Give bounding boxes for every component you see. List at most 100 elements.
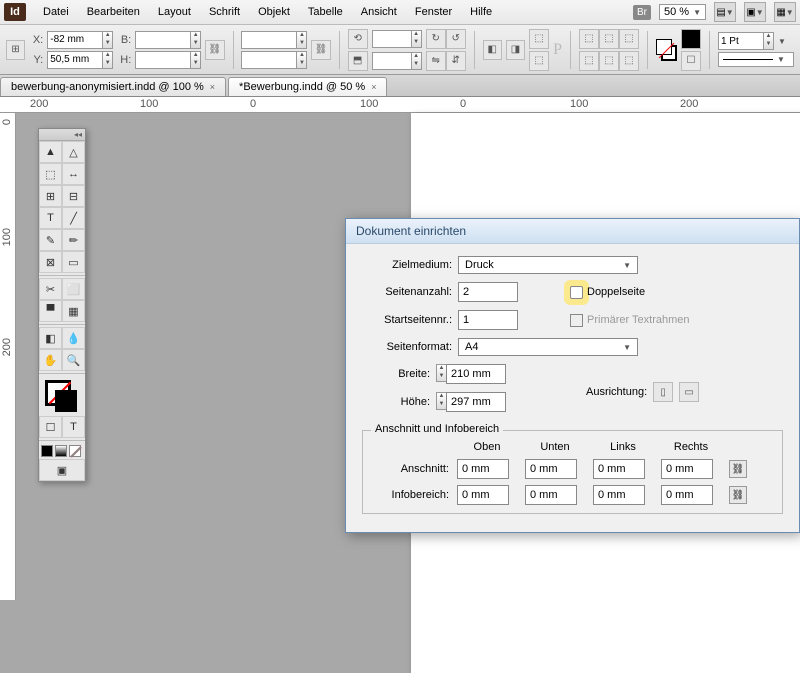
link-bleed-icon[interactable]: ⛓ xyxy=(729,460,747,478)
pencil-tool[interactable]: ✏ xyxy=(62,229,85,251)
h-spinner[interactable]: ▲▼ xyxy=(191,51,201,69)
align-icon-3[interactable]: ⬚ xyxy=(619,29,639,49)
align-icon-1[interactable]: ⬚ xyxy=(579,29,599,49)
distribute-2-icon[interactable]: ⬚ xyxy=(529,51,549,71)
x-spinner[interactable]: ▲▼ xyxy=(103,31,113,49)
arrange-icon[interactable]: ▦▼ xyxy=(774,2,796,22)
menu-datei[interactable]: Datei xyxy=(34,2,78,22)
distribute-1-icon[interactable]: ⬚ xyxy=(529,29,549,49)
hand-tool[interactable]: ✋ xyxy=(39,349,62,371)
pagesize-combo[interactable]: A4▼ xyxy=(458,338,638,356)
landscape-icon[interactable]: ▭ xyxy=(679,382,699,402)
menu-schrift[interactable]: Schrift xyxy=(200,2,249,22)
rotate-ccw-icon[interactable]: ↺ xyxy=(446,29,466,49)
apply-color-icon[interactable] xyxy=(41,445,53,457)
flip-h-icon[interactable]: ⇋ xyxy=(426,51,446,71)
stroke-weight-input[interactable] xyxy=(718,32,764,50)
content-placer-tool[interactable]: ⊟ xyxy=(62,185,85,207)
menu-layout[interactable]: Layout xyxy=(149,2,200,22)
chevron-down-icon[interactable]: ▼ xyxy=(778,37,786,46)
apply-none-icon[interactable]: ☐ xyxy=(681,51,701,71)
apply-gradient-icon[interactable] xyxy=(55,445,67,457)
scale-y-input[interactable] xyxy=(241,51,297,69)
close-icon[interactable]: × xyxy=(210,82,215,92)
menu-tabelle[interactable]: Tabelle xyxy=(299,2,352,22)
page-height-input[interactable] xyxy=(446,392,506,412)
scale-x-input[interactable] xyxy=(241,31,297,49)
y-input[interactable] xyxy=(47,51,103,69)
slug-bottom-input[interactable] xyxy=(525,485,577,505)
bleed-right-input[interactable] xyxy=(661,459,713,479)
menu-hilfe[interactable]: Hilfe xyxy=(461,2,501,22)
slug-right-input[interactable] xyxy=(661,485,713,505)
menu-ansicht[interactable]: Ansicht xyxy=(352,2,406,22)
align-icon-6[interactable]: ⬚ xyxy=(619,51,639,71)
rectangle-frame-tool[interactable]: ⊠ xyxy=(39,251,62,273)
stroke-style-combo[interactable]: ▼ xyxy=(718,52,794,67)
height-input[interactable] xyxy=(135,51,191,69)
intent-combo[interactable]: Druck▼ xyxy=(458,256,638,274)
constrain-scale-icon[interactable]: ⛓ xyxy=(311,40,330,60)
screen-mode-icon[interactable]: ▣▼ xyxy=(744,2,766,22)
gradient-swatch-tool[interactable]: ▀ xyxy=(39,300,62,322)
type-tool[interactable]: T xyxy=(39,207,62,229)
w-spinner[interactable]: ▲▼ xyxy=(191,31,201,49)
width-input[interactable] xyxy=(135,31,191,49)
y-spinner[interactable]: ▲▼ xyxy=(103,51,113,69)
bleed-left-input[interactable] xyxy=(593,459,645,479)
align-icon-4[interactable]: ⬚ xyxy=(579,51,599,71)
pen-tool[interactable]: ✎ xyxy=(39,229,62,251)
eyedropper-tool[interactable]: 💧 xyxy=(62,327,85,349)
flip-v-icon[interactable]: ⇵ xyxy=(446,51,466,71)
start-page-input[interactable] xyxy=(458,310,518,330)
direct-selection-tool[interactable]: △ xyxy=(62,141,85,163)
menu-objekt[interactable]: Objekt xyxy=(249,2,299,22)
scissors-tool[interactable]: ✂ xyxy=(39,278,62,300)
constrain-icon[interactable]: ⛓ xyxy=(205,40,224,60)
slug-left-input[interactable] xyxy=(593,485,645,505)
view-options-icon[interactable]: ▤▼ xyxy=(714,2,736,22)
content-collector-tool[interactable]: ⊞ xyxy=(39,185,62,207)
formatting-text-icon[interactable]: T xyxy=(62,416,85,438)
fill-stroke-proxy[interactable] xyxy=(39,376,85,416)
line-tool[interactable]: ╱ xyxy=(62,207,85,229)
select-content-icon[interactable]: ◨ xyxy=(506,40,525,60)
slug-top-input[interactable] xyxy=(457,485,509,505)
rotate-cw-icon[interactable]: ↻ xyxy=(426,29,446,49)
align-icon-2[interactable]: ⬚ xyxy=(599,29,619,49)
portrait-icon[interactable]: ▯ xyxy=(653,382,673,402)
gap-tool[interactable]: ↔ xyxy=(62,163,85,185)
zoom-tool[interactable]: 🔍 xyxy=(62,349,85,371)
apply-color-icon[interactable] xyxy=(681,29,701,49)
link-slug-icon[interactable]: ⛓ xyxy=(729,486,747,504)
pages-input[interactable] xyxy=(458,282,518,302)
facing-pages-checkbox[interactable]: Doppelseite xyxy=(570,286,645,299)
zoom-level-combo[interactable]: 50 % ▼ xyxy=(659,4,706,20)
panel-collapse-icon[interactable]: ◂◂ xyxy=(39,129,85,141)
doc-tab-2[interactable]: *Bewerbung.indd @ 50 % × xyxy=(228,77,387,96)
formatting-container-icon[interactable]: ☐ xyxy=(39,416,62,438)
rotate-input[interactable] xyxy=(372,30,412,48)
doc-tab-1[interactable]: bewerbung-anonymisiert.indd @ 100 % × xyxy=(0,77,226,96)
note-tool[interactable]: ◧ xyxy=(39,327,62,349)
menu-fenster[interactable]: Fenster xyxy=(406,2,461,22)
selection-tool[interactable]: ▲ xyxy=(39,141,62,163)
free-transform-tool[interactable]: ⬜ xyxy=(62,278,85,300)
page-tool[interactable]: ⬚ xyxy=(39,163,62,185)
bridge-icon[interactable]: Br xyxy=(633,5,651,20)
fill-stroke-swatch[interactable] xyxy=(656,39,677,61)
menu-bearbeiten[interactable]: Bearbeiten xyxy=(78,2,149,22)
select-container-icon[interactable]: ◧ xyxy=(483,40,502,60)
bleed-top-input[interactable] xyxy=(457,459,509,479)
align-icon-5[interactable]: ⬚ xyxy=(599,51,619,71)
rectangle-tool[interactable]: ▭ xyxy=(62,251,85,273)
gradient-feather-tool[interactable]: ▦ xyxy=(62,300,85,322)
bleed-bottom-input[interactable] xyxy=(525,459,577,479)
screen-mode-tool[interactable]: ▣ xyxy=(39,459,85,481)
shear-input[interactable] xyxy=(372,52,412,70)
close-icon[interactable]: × xyxy=(371,82,376,92)
apply-none-icon[interactable] xyxy=(69,445,81,457)
x-input[interactable] xyxy=(47,31,103,49)
reference-point-icon[interactable]: ⊞ xyxy=(6,40,25,60)
page-width-input[interactable] xyxy=(446,364,506,384)
